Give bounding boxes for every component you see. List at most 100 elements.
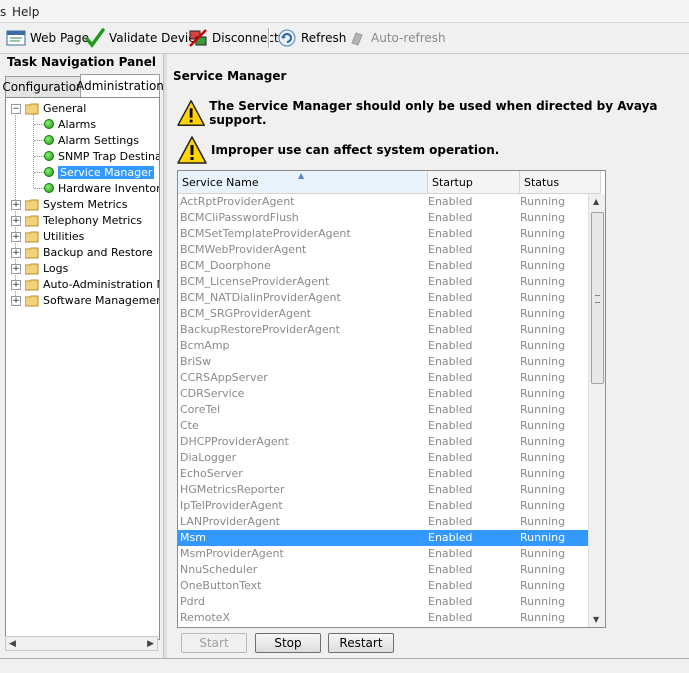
status-green-icon (44, 167, 54, 177)
toolbar: Web Page Validate Device Disconnect Refr… (0, 23, 689, 54)
service-name-cell: BCM_LicenseProviderAgent (180, 275, 330, 288)
tree-line (34, 188, 44, 189)
table-row[interactable]: BCMCliPasswordFlush Enabled Running (178, 210, 601, 226)
status-cell: Running (520, 323, 566, 336)
scrollbar-thumb[interactable] (591, 212, 604, 384)
status-cell: Running (520, 275, 566, 288)
expand-icon[interactable]: + (11, 216, 21, 226)
table-row[interactable]: BCM_NATDialinProviderAgent Enabled Running (178, 290, 601, 306)
table-row[interactable]: RemoteX Enabled Running (178, 610, 601, 626)
tree-item-label: SNMP Trap Destinati (58, 149, 160, 163)
service-name-cell: BCM_Doorphone (180, 259, 271, 272)
service-name-cell: IpTelProviderAgent (180, 499, 283, 512)
table-row[interactable]: MsmProviderAgent Enabled Running (178, 546, 601, 562)
expand-icon[interactable]: + (11, 232, 21, 242)
table-row[interactable]: CDRService Enabled Running (178, 386, 601, 402)
table-row[interactable]: Pdrd Enabled Running (178, 594, 601, 610)
startup-cell: Enabled (428, 499, 473, 512)
service-name-cell: Cte (180, 419, 199, 432)
tree-item-alarms[interactable]: Alarms (44, 116, 96, 132)
tree-item-label: Auto-Administration Ma (43, 277, 160, 291)
startup-cell: Enabled (428, 611, 473, 624)
table-row[interactable]: BriSw Enabled Running (178, 354, 601, 370)
table-row[interactable]: DHCPProviderAgent Enabled Running (178, 434, 601, 450)
restart-button[interactable]: Restart (328, 633, 394, 653)
table-row[interactable]: EchoServer Enabled Running (178, 466, 601, 482)
status-green-icon (44, 119, 54, 129)
service-name-cell: Msm (180, 531, 206, 544)
table-row[interactable]: CCRSAppServer Enabled Running (178, 370, 601, 386)
menu-item-help[interactable]: Help (12, 5, 39, 19)
auto-refresh-button[interactable]: Auto-refresh (346, 23, 446, 53)
table-row[interactable]: Cte Enabled Running (178, 418, 601, 434)
startup-cell: Enabled (428, 259, 473, 272)
tree-item-alarm-settings[interactable]: Alarm Settings (44, 132, 139, 148)
column-header-status[interactable]: Status (520, 171, 601, 193)
startup-cell: Enabled (428, 355, 473, 368)
tree-item-service-manager[interactable]: Service Manager (44, 164, 155, 180)
tree-horizontal-scrollbar[interactable]: ◀ ▶ (5, 636, 158, 651)
table-row[interactable]: DiaLogger Enabled Running (178, 450, 601, 466)
tree-item-telephony-metrics[interactable]: Telephony Metrics (24, 212, 143, 228)
tree-item-snmp-trap-destinations[interactable]: SNMP Trap Destinati (44, 148, 160, 164)
tab-configuration[interactable]: Configuration (2, 76, 84, 97)
expand-icon[interactable]: + (11, 200, 21, 210)
start-button[interactable]: Start (181, 633, 247, 653)
table-row[interactable]: CoreTel Enabled Running (178, 402, 601, 418)
table-row[interactable]: BCMWebProviderAgent Enabled Running (178, 242, 601, 258)
status-cell: Running (520, 211, 566, 224)
tree-item-system-metrics[interactable]: System Metrics (24, 196, 127, 212)
table-row[interactable]: LANProviderAgent Enabled Running (178, 514, 601, 530)
table-vertical-scrollbar[interactable]: ▲ ▼ (588, 194, 605, 627)
scroll-left-icon[interactable]: ◀ (9, 639, 16, 649)
tab-administration[interactable]: Administration (76, 74, 164, 97)
tree-item-logs[interactable]: Logs (24, 260, 68, 276)
expand-icon[interactable]: + (11, 248, 21, 258)
expand-icon[interactable]: + (11, 280, 21, 290)
startup-cell: Enabled (428, 195, 473, 208)
collapse-icon[interactable]: − (11, 104, 21, 114)
table-row[interactable]: Msm Enabled Running (178, 530, 601, 546)
validate-device-button[interactable]: Validate Device (84, 23, 202, 53)
web-page-button[interactable]: Web Page (5, 23, 89, 53)
service-name-cell: BcmAmp (180, 339, 230, 352)
table-row[interactable]: BcmAmp Enabled Running (178, 338, 601, 354)
table-row[interactable]: NnuScheduler Enabled Running (178, 562, 601, 578)
tree-item-utilities[interactable]: Utilities (24, 228, 84, 244)
refresh-button[interactable]: Refresh (276, 23, 346, 53)
status-cell: Running (520, 339, 566, 352)
table-row[interactable]: BCM_SRGProviderAgent Enabled Running (178, 306, 601, 322)
startup-cell: Enabled (428, 419, 473, 432)
tree-item-backup-and-restore[interactable]: Backup and Restore (24, 244, 153, 260)
disconnect-button[interactable]: Disconnect (187, 23, 279, 53)
table-row[interactable]: HGMetricsReporter Enabled Running (178, 482, 601, 498)
status-green-icon (44, 135, 54, 145)
tree-item-label: Telephony Metrics (43, 213, 143, 227)
startup-cell: Enabled (428, 563, 473, 576)
scroll-up-icon[interactable]: ▲ (593, 197, 599, 206)
column-header-service-name[interactable]: Service Name ▲ (178, 171, 428, 193)
scroll-down-icon[interactable]: ▼ (593, 615, 599, 624)
table-row[interactable]: BackupRestoreProviderAgent Enabled Running (178, 322, 601, 338)
service-name-cell: BCMCliPasswordFlush (180, 211, 299, 224)
tree-item-general[interactable]: General (24, 100, 86, 116)
tree-item-software-management[interactable]: Software Management (24, 292, 159, 308)
startup-cell: Enabled (428, 211, 473, 224)
tree-item-hardware-inventory[interactable]: Hardware Inventory (44, 180, 159, 196)
table-row[interactable]: IpTelProviderAgent Enabled Running (178, 498, 601, 514)
tree-item-auto-administration[interactable]: Auto-Administration Ma (24, 276, 160, 292)
expand-icon[interactable]: + (11, 296, 21, 306)
service-name-cell: CoreTel (180, 403, 221, 416)
service-name-cell: CDRService (180, 387, 245, 400)
table-row[interactable]: BCMSetTemplateProviderAgent Enabled Runnin… (178, 226, 601, 242)
table-row[interactable]: OneButtonText Enabled Running (178, 578, 601, 594)
menu-item-partial[interactable]: s (0, 5, 6, 19)
stop-button[interactable]: Stop (255, 633, 321, 653)
table-row[interactable]: BCM_Doorphone Enabled Running (178, 258, 601, 274)
column-header-startup[interactable]: Startup (428, 171, 520, 193)
folder-icon (24, 231, 39, 242)
expand-icon[interactable]: + (11, 264, 21, 274)
table-row[interactable]: BCM_LicenseProviderAgent Enabled Running (178, 274, 601, 290)
scroll-right-icon[interactable]: ▶ (147, 639, 154, 649)
table-row[interactable]: ActRptProviderAgent Enabled Running (178, 194, 601, 210)
